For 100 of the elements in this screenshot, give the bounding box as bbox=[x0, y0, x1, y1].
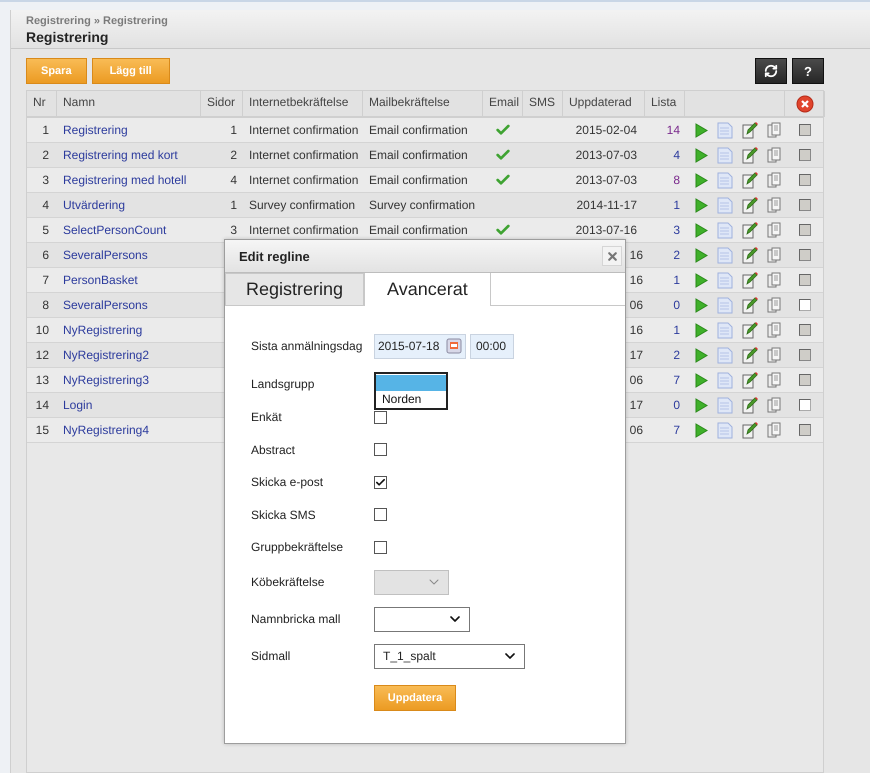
table-cell: Internet confirmation bbox=[249, 223, 358, 237]
field-label: Abstract bbox=[251, 442, 296, 457]
table-cell: 16 bbox=[630, 323, 643, 337]
column-header: Namn bbox=[63, 95, 96, 109]
copy-icon[interactable] bbox=[767, 322, 782, 338]
copy-icon[interactable] bbox=[767, 172, 782, 188]
list-link[interactable]: 0 bbox=[673, 398, 680, 412]
checkbox[interactable] bbox=[374, 410, 387, 424]
calendar-icon[interactable] bbox=[446, 338, 462, 354]
column-header: Uppdaterad bbox=[569, 95, 632, 109]
table-cell: 2 bbox=[230, 148, 237, 162]
play-icon[interactable] bbox=[695, 248, 708, 262]
table-cell: 2 bbox=[42, 148, 49, 162]
checkbox[interactable] bbox=[799, 299, 811, 311]
name-link[interactable]: Login bbox=[63, 398, 92, 412]
copy-icon[interactable] bbox=[767, 247, 782, 263]
column-header: Internetbekräftelse bbox=[249, 95, 348, 109]
table-cell: Email confirmation bbox=[369, 173, 468, 187]
edit-icon[interactable] bbox=[742, 146, 758, 164]
edit-icon[interactable] bbox=[742, 422, 758, 438]
checkbox[interactable] bbox=[374, 540, 387, 554]
play-icon[interactable] bbox=[695, 422, 708, 438]
table-cell: 5 bbox=[42, 223, 49, 237]
table-cell: 06 bbox=[630, 373, 643, 387]
edit-icon[interactable] bbox=[742, 172, 758, 188]
table-cell: 7 bbox=[42, 273, 49, 287]
play-icon[interactable] bbox=[695, 322, 708, 338]
copy-icon[interactable] bbox=[767, 147, 782, 163]
name-link[interactable]: SeveralPersons bbox=[63, 298, 148, 312]
play-icon[interactable] bbox=[695, 122, 708, 138]
table-cell: 2013-07-16 bbox=[576, 223, 637, 237]
time-field[interactable]: 00:00 bbox=[470, 334, 514, 358]
table-cell: 10 bbox=[36, 323, 49, 337]
field-label: Köbekräftelse bbox=[251, 575, 326, 589]
tab[interactable]: Avancerat bbox=[364, 273, 491, 306]
table-cell: Internet confirmation bbox=[249, 123, 358, 137]
table-cell: 17 bbox=[630, 398, 643, 412]
copy-icon[interactable] bbox=[767, 222, 782, 238]
edit-icon[interactable] bbox=[742, 222, 758, 238]
select-field[interactable]: T_1_spalt bbox=[374, 644, 525, 668]
table-cell: Internet confirmation bbox=[249, 173, 358, 187]
copy-icon[interactable] bbox=[767, 372, 782, 388]
edit-icon[interactable] bbox=[742, 122, 758, 138]
copy-icon[interactable] bbox=[767, 272, 782, 288]
table-cell: 4 bbox=[42, 198, 49, 212]
play-icon[interactable] bbox=[695, 372, 708, 388]
checkbox[interactable] bbox=[374, 508, 387, 522]
play-icon[interactable] bbox=[695, 348, 708, 362]
field-label: Gruppbekräftelse bbox=[251, 540, 344, 554]
checkbox[interactable] bbox=[799, 399, 811, 411]
checkbox[interactable] bbox=[374, 476, 387, 489]
refresh-button[interactable] bbox=[755, 58, 787, 84]
edit-icon[interactable] bbox=[742, 372, 758, 388]
table-cell: Survey confirmation bbox=[369, 198, 476, 212]
edit-icon[interactable] bbox=[742, 322, 758, 338]
table-cell: 16 bbox=[630, 273, 643, 287]
tab[interactable]: Registrering bbox=[225, 273, 364, 306]
edit-icon[interactable] bbox=[742, 246, 758, 264]
field-label: Sidmall bbox=[251, 649, 292, 663]
play-icon[interactable] bbox=[695, 148, 708, 162]
table-cell: 2013-07-03 bbox=[576, 148, 637, 162]
close-icon bbox=[606, 250, 618, 262]
field-label: Sista anmälningsdag bbox=[251, 339, 364, 353]
field-label: Namnbricka mall bbox=[251, 612, 342, 626]
edit-icon[interactable] bbox=[742, 346, 758, 364]
table-cell: Survey confirmation bbox=[249, 198, 356, 212]
checkbox[interactable] bbox=[374, 443, 387, 456]
dropdown-list[interactable]: Norden bbox=[374, 372, 448, 410]
copy-icon[interactable] bbox=[767, 347, 782, 363]
date-field[interactable]: 2015-07-18 bbox=[374, 334, 466, 358]
edit-icon[interactable] bbox=[742, 272, 758, 288]
edit-icon[interactable] bbox=[742, 296, 758, 314]
table-cell: Internet confirmation bbox=[249, 148, 358, 162]
play-icon[interactable] bbox=[695, 172, 708, 188]
table-cell: 12 bbox=[36, 348, 49, 362]
play-icon[interactable] bbox=[695, 398, 708, 412]
copy-icon[interactable] bbox=[767, 397, 782, 413]
table-cell: 6 bbox=[42, 248, 49, 262]
table-cell: 1 bbox=[230, 123, 237, 137]
select-field[interactable] bbox=[374, 606, 470, 632]
page-title: Registrering bbox=[26, 29, 110, 45]
table-cell: 2014-11-17 bbox=[576, 198, 637, 212]
delete-icon[interactable] bbox=[796, 95, 814, 113]
help-button[interactable]: ? bbox=[792, 58, 824, 84]
copy-icon[interactable] bbox=[767, 122, 782, 138]
edit-icon[interactable] bbox=[742, 396, 758, 414]
column-header: Mailbekräftelse bbox=[369, 95, 450, 109]
table-cell: 16 bbox=[630, 248, 643, 262]
breadcrumb: Registrering » Registrering bbox=[26, 15, 169, 27]
copy-icon[interactable] bbox=[767, 422, 782, 438]
play-icon[interactable] bbox=[695, 272, 708, 288]
table-cell: 17 bbox=[630, 348, 643, 362]
list-link[interactable]: 0 bbox=[673, 298, 680, 312]
field-label: Enkät bbox=[251, 410, 283, 424]
table-cell: 2013-07-03 bbox=[576, 173, 637, 187]
copy-icon[interactable] bbox=[767, 297, 782, 313]
play-icon[interactable] bbox=[695, 222, 708, 238]
close-button[interactable] bbox=[602, 246, 622, 266]
table-cell: 4 bbox=[230, 173, 237, 187]
play-icon[interactable] bbox=[695, 298, 708, 312]
